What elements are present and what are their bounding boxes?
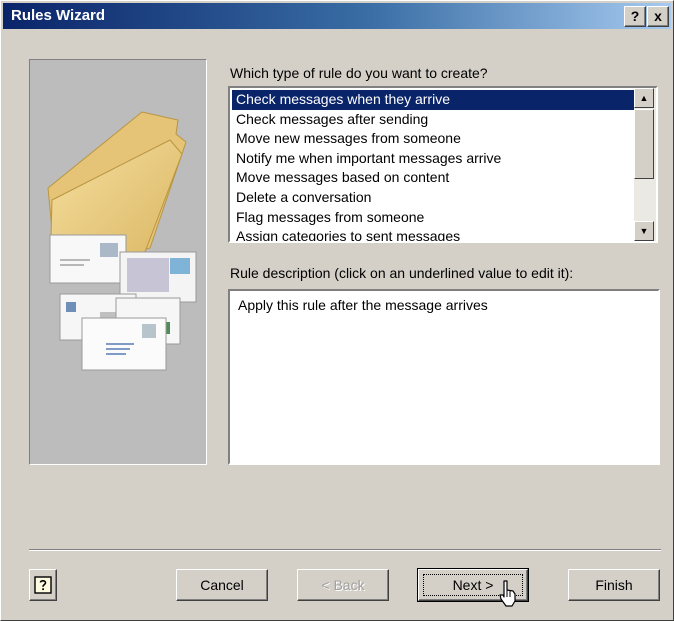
folder-messages-illustration: [47, 111, 197, 371]
rule-type-option[interactable]: Check messages when they arrive: [232, 90, 636, 110]
button-divider: [29, 549, 661, 551]
close-button[interactable]: x: [647, 6, 669, 27]
rule-type-option[interactable]: Check messages after sending: [232, 110, 636, 130]
window-title: Rules Wizard: [11, 7, 106, 24]
rule-type-option[interactable]: Notify me when important messages arrive: [232, 149, 636, 169]
wizard-illustration: [29, 59, 207, 465]
rule-description-text: Apply this rule after the message arrive…: [238, 297, 488, 313]
rule-type-listbox[interactable]: Check messages when they arrive Check mes…: [228, 86, 658, 243]
help-title-button[interactable]: ?: [624, 6, 646, 27]
rule-list-scrollbar[interactable]: ▲ ▼: [634, 88, 656, 241]
rule-description-label: Rule description (click on an underlined…: [230, 265, 574, 281]
scroll-thumb[interactable]: [634, 109, 654, 179]
cancel-button[interactable]: Cancel: [176, 569, 268, 601]
title-bar[interactable]: Rules Wizard ? x: [3, 3, 671, 29]
scroll-down-button[interactable]: ▼: [634, 221, 654, 241]
scroll-up-button[interactable]: ▲: [634, 88, 654, 108]
rule-type-label: Which type of rule do you want to create…: [230, 65, 488, 81]
rule-type-option[interactable]: Delete a conversation: [232, 188, 636, 208]
help-icon: [34, 576, 52, 594]
rule-type-option[interactable]: Move messages based on content: [232, 168, 636, 188]
rule-description-box[interactable]: Apply this rule after the message arrive…: [228, 289, 660, 465]
rule-type-option[interactable]: Move new messages from someone: [232, 129, 636, 149]
mouse-cursor-icon: [499, 580, 516, 607]
help-button[interactable]: [29, 569, 57, 601]
rule-type-option[interactable]: Flag messages from someone: [232, 208, 636, 228]
finish-button[interactable]: Finish: [568, 569, 660, 601]
rule-type-option[interactable]: Assign categories to sent messages: [232, 227, 636, 241]
rules-wizard-dialog: Rules Wizard ? x Which type of rule do y…: [0, 0, 674, 621]
rule-type-list[interactable]: Check messages when they arrive Check mes…: [232, 90, 636, 241]
back-button[interactable]: < Back: [297, 569, 389, 601]
